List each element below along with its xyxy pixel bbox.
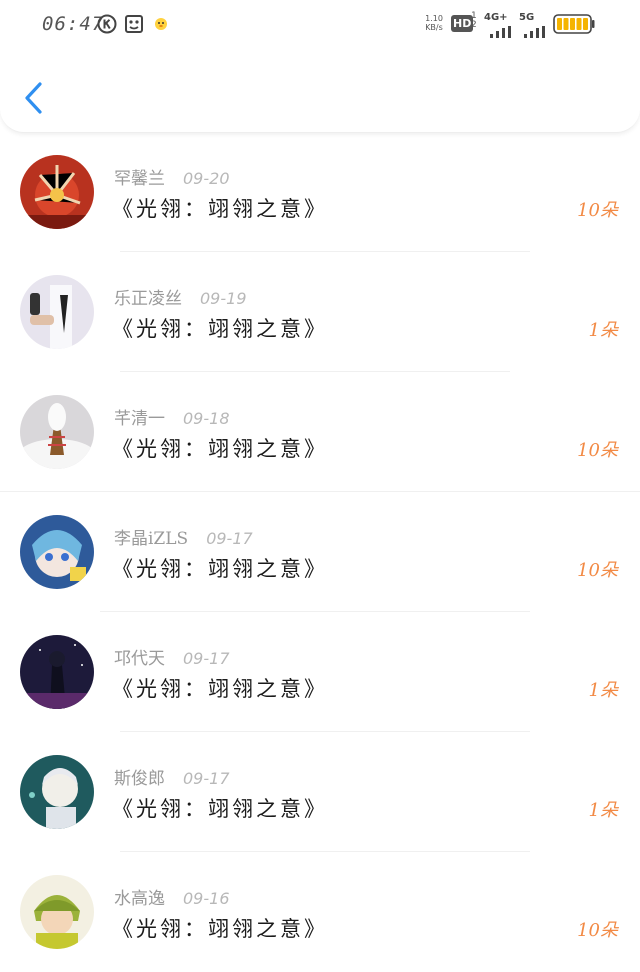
gift-amount: 10朵 xyxy=(577,920,618,941)
sender-line: 邛代天 09-17 xyxy=(114,644,230,669)
avatar[interactable] xyxy=(20,395,94,469)
sent-date: 09-17 xyxy=(206,529,253,548)
gift-title: 《光翎：翊翎之意》 xyxy=(112,317,328,341)
avatar[interactable] xyxy=(20,635,94,709)
sent-date: 09-16 xyxy=(183,889,230,908)
sent-date: 09-17 xyxy=(183,649,230,668)
signal-4g-icon xyxy=(490,23,514,42)
battery-icon xyxy=(553,14,595,38)
status-time: 06:47 xyxy=(42,13,105,35)
list-item[interactable]: 水高逸 09-16 《光翎：翊翎之意》 10朵 xyxy=(0,852,640,972)
sender-name: 邛代天 xyxy=(114,649,165,669)
list-item[interactable]: 邛代天 09-17 《光翎：翊翎之意》 1朵 xyxy=(0,612,640,732)
gift-title: 《光翎：翊翎之意》 xyxy=(112,557,328,581)
chevron-left-icon xyxy=(25,82,42,114)
sender-line: 斯俊郎 09-17 xyxy=(114,764,230,789)
avatar[interactable] xyxy=(20,155,94,229)
sender-name: 乐正凌丝 xyxy=(114,289,182,309)
net-speed: 1.10 KB/s xyxy=(423,14,445,32)
k-circle-icon xyxy=(97,14,117,38)
net-4g-label: 4G+ xyxy=(484,12,508,23)
hd-badge: HD xyxy=(451,15,474,32)
gift-title: 《光翎：翊翎之意》 xyxy=(112,677,328,701)
gift-amount: 1朵 xyxy=(588,800,618,821)
list-item[interactable]: 斯俊郎 09-17 《光翎：翊翎之意》 1朵 xyxy=(0,732,640,852)
signal-5g-icon xyxy=(524,23,548,42)
sent-date: 09-18 xyxy=(183,409,230,428)
sender-name: 斯俊郎 xyxy=(114,769,165,789)
net-speed-value: 1.10 xyxy=(425,14,443,23)
gift-title: 《光翎：翊翎之意》 xyxy=(112,917,328,941)
net-speed-unit: KB/s xyxy=(425,23,443,32)
chick-icon xyxy=(153,16,169,36)
sender-line: 乐正凌丝 09-19 xyxy=(114,284,247,309)
sender-name: 水高逸 xyxy=(114,889,165,909)
gift-amount: 1朵 xyxy=(588,320,618,341)
sender-name: 李晶iZLS xyxy=(114,529,189,549)
avatar[interactable] xyxy=(20,275,94,349)
sender-name: 罕馨兰 xyxy=(114,169,165,189)
list-item[interactable]: 乐正凌丝 09-19 《光翎：翊翎之意》 1朵 xyxy=(0,252,640,372)
avatar[interactable] xyxy=(20,875,94,949)
avatar[interactable] xyxy=(20,755,94,829)
gift-amount: 10朵 xyxy=(577,560,618,581)
status-bar: 06:47 1.10 KB/s HD 1 2 4G+ 5G xyxy=(0,0,640,50)
sender-line: 芊清一 09-18 xyxy=(114,404,230,429)
list-item[interactable]: 罕馨兰 09-20 《光翎：翊翎之意》 10朵 xyxy=(0,132,640,252)
sent-date: 09-17 xyxy=(183,769,230,788)
sent-date: 09-20 xyxy=(183,169,230,188)
gift-record-list: 罕馨兰 09-20 《光翎：翊翎之意》 10朵 乐正凌丝 09-19 《光翎：翊翎之… xyxy=(0,132,640,972)
gift-title: 《光翎：翊翎之意》 xyxy=(112,797,328,821)
sender-line: 水高逸 09-16 xyxy=(114,884,230,909)
gift-title: 《光翎：翊翎之意》 xyxy=(112,437,328,461)
cat-face-icon xyxy=(124,14,144,38)
hd-sub-2: 2 xyxy=(471,20,477,30)
avatar[interactable] xyxy=(20,515,94,589)
list-item[interactable]: 李晶iZLS 09-17 《光翎：翊翎之意》 10朵 xyxy=(0,492,640,612)
sender-line: 罕馨兰 09-20 xyxy=(114,164,230,189)
gift-title: 《光翎：翊翎之意》 xyxy=(112,197,328,221)
back-button[interactable] xyxy=(18,78,54,118)
sender-line: 李晶iZLS 09-17 xyxy=(114,524,253,549)
net-5g-label: 5G xyxy=(519,12,535,23)
hd-sub: 1 2 xyxy=(471,12,477,30)
gift-amount: 1朵 xyxy=(588,680,618,701)
sender-name: 芊清一 xyxy=(114,409,165,429)
gift-amount: 10朵 xyxy=(577,200,618,221)
sent-date: 09-19 xyxy=(200,289,247,308)
gift-amount: 10朵 xyxy=(577,440,618,461)
list-item[interactable]: 芊清一 09-18 《光翎：翊翎之意》 10朵 xyxy=(0,372,640,492)
